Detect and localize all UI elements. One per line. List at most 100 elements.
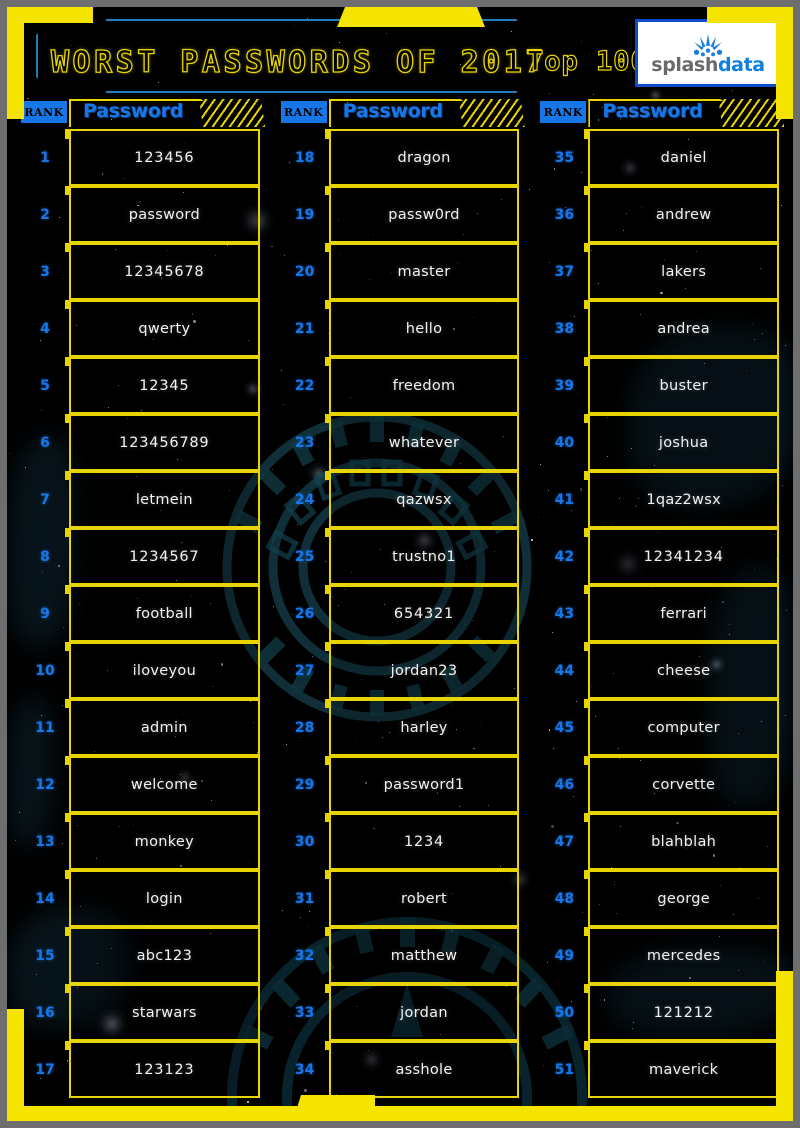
table-row: 33 jordan [281,984,520,1041]
table-row: 14 login [21,870,260,927]
rank-value: 6 [40,434,50,451]
table-row: 49 mercedes [540,927,780,984]
table-row: 51 maverick [540,1041,780,1098]
password-value: hello [405,320,443,337]
password-cell: 123123 [65,1041,260,1098]
password-value: robert [400,890,448,907]
password-value: password [128,206,200,223]
password-value: joshua [658,434,709,451]
rank-value: 40 [554,434,575,451]
rank-value: 32 [294,947,315,964]
rank-value: 16 [35,1004,55,1021]
password-cell: 1qaz2wsx [584,471,780,528]
password-cell: 12345678 [65,243,260,300]
rank-value: 33 [294,1004,315,1021]
password-value: whatever [388,434,460,451]
table-row: 29 password1 [281,756,520,813]
password-value: harley [400,719,448,736]
page-title: WORST PASSWORDS OF 2017 [50,44,547,80]
password-value: jordan23 [390,662,458,679]
rank-value: 15 [35,947,55,964]
password-cell: matthew [324,927,520,984]
table-row: 22 freedom [281,357,520,414]
password-cell: 12345 [65,357,260,414]
rank-value: 25 [294,548,315,565]
password-value: matthew [390,947,458,964]
password-cell: lakers [584,243,780,300]
password-header: Password [69,99,265,127]
password-rows: 35 daniel 36 andrew 37 lakers 38 andrea 39 buster… [540,129,780,1098]
password-value: passw0rd [388,206,460,223]
password-value: abc123 [136,947,193,964]
table-row: 4 qwerty [21,300,260,357]
logo-data-text: data [717,53,765,76]
password-cell: starwars [65,984,260,1041]
password-value: trustno1 [392,548,456,565]
rank-value: 28 [294,719,315,736]
password-value: 12341234 [643,548,724,565]
rank-value: 22 [294,377,315,394]
password-cell: monkey [65,813,260,870]
table-row: 38 andrea [540,300,780,357]
table-row: 12 welcome [21,756,260,813]
rank-value: 24 [294,491,315,508]
rank-value: 45 [554,719,575,736]
rank-value: 35 [554,149,575,166]
password-cell: george [584,870,780,927]
column-header: RANK Password [540,99,785,129]
table-row: 5 12345 [21,357,260,414]
table-row: 31 robert [281,870,520,927]
rank-value: 36 [554,206,575,223]
table-row: 50 121212 [540,984,780,1041]
rank-value: 43 [554,605,575,622]
password-header: Password [328,99,525,127]
password-column: RANK Password 18 dragon 19 passw0rd 20 master 21… [280,99,525,1098]
table-row: 2 password [21,186,260,243]
frame-corner-bottom-right-vertical [776,971,793,1121]
header-hatch-stripes-icon [199,99,265,127]
password-cell: 123456 [65,129,260,186]
table-row: 36 andrew [540,186,780,243]
frame-corner-top-left-vertical [7,7,24,119]
title-subtitle: Top 100 [526,45,648,77]
frame-top-tab [337,7,485,27]
rank-value: 10 [35,662,55,679]
password-cell: 1234 [324,813,520,870]
password-value: mercedes [646,947,721,964]
table-row: 17 123123 [21,1041,260,1098]
password-cell: login [65,870,260,927]
rank-value: 18 [294,149,315,166]
table-row: 25 trustno1 [281,528,520,585]
table-row: 47 blahblah [540,813,780,870]
password-value: 123456 [134,149,195,166]
password-value: freedom [392,377,456,394]
password-cell: 1234567 [65,528,260,585]
password-cell: qwerty [65,300,260,357]
table-row: 32 matthew [281,927,520,984]
password-value: 123123 [134,1061,195,1078]
password-cell: harley [324,699,520,756]
poster: WORST PASSWORDS OF 2017 Top 100 splashda… [0,0,800,1128]
rank-value: 4 [40,320,50,337]
table-row: 40 joshua [540,414,780,471]
password-cell: passw0rd [324,186,520,243]
rank-value: 31 [294,890,315,907]
password-rows: 18 dragon 19 passw0rd 20 master 21 hello 22 freed… [281,129,520,1098]
password-cell: maverick [584,1041,780,1098]
rank-value: 34 [294,1061,315,1078]
rank-value: 49 [554,947,575,964]
poster-inner: WORST PASSWORDS OF 2017 Top 100 splashda… [7,7,793,1121]
password-cell: dragon [324,129,520,186]
password-value: asshole [395,1061,453,1078]
rank-value: 23 [294,434,315,451]
rank-value: 7 [40,491,50,508]
table-row: 13 monkey [21,813,260,870]
rank-value: 12 [35,776,55,793]
column-header: RANK Password [21,99,265,129]
password-cell: letmein [65,471,260,528]
table-row: 27 jordan23 [281,642,520,699]
rank-value: 8 [40,548,50,565]
password-value: 1234 [403,833,445,850]
table-row: 26 654321 [281,585,520,642]
rank-value: 41 [554,491,575,508]
